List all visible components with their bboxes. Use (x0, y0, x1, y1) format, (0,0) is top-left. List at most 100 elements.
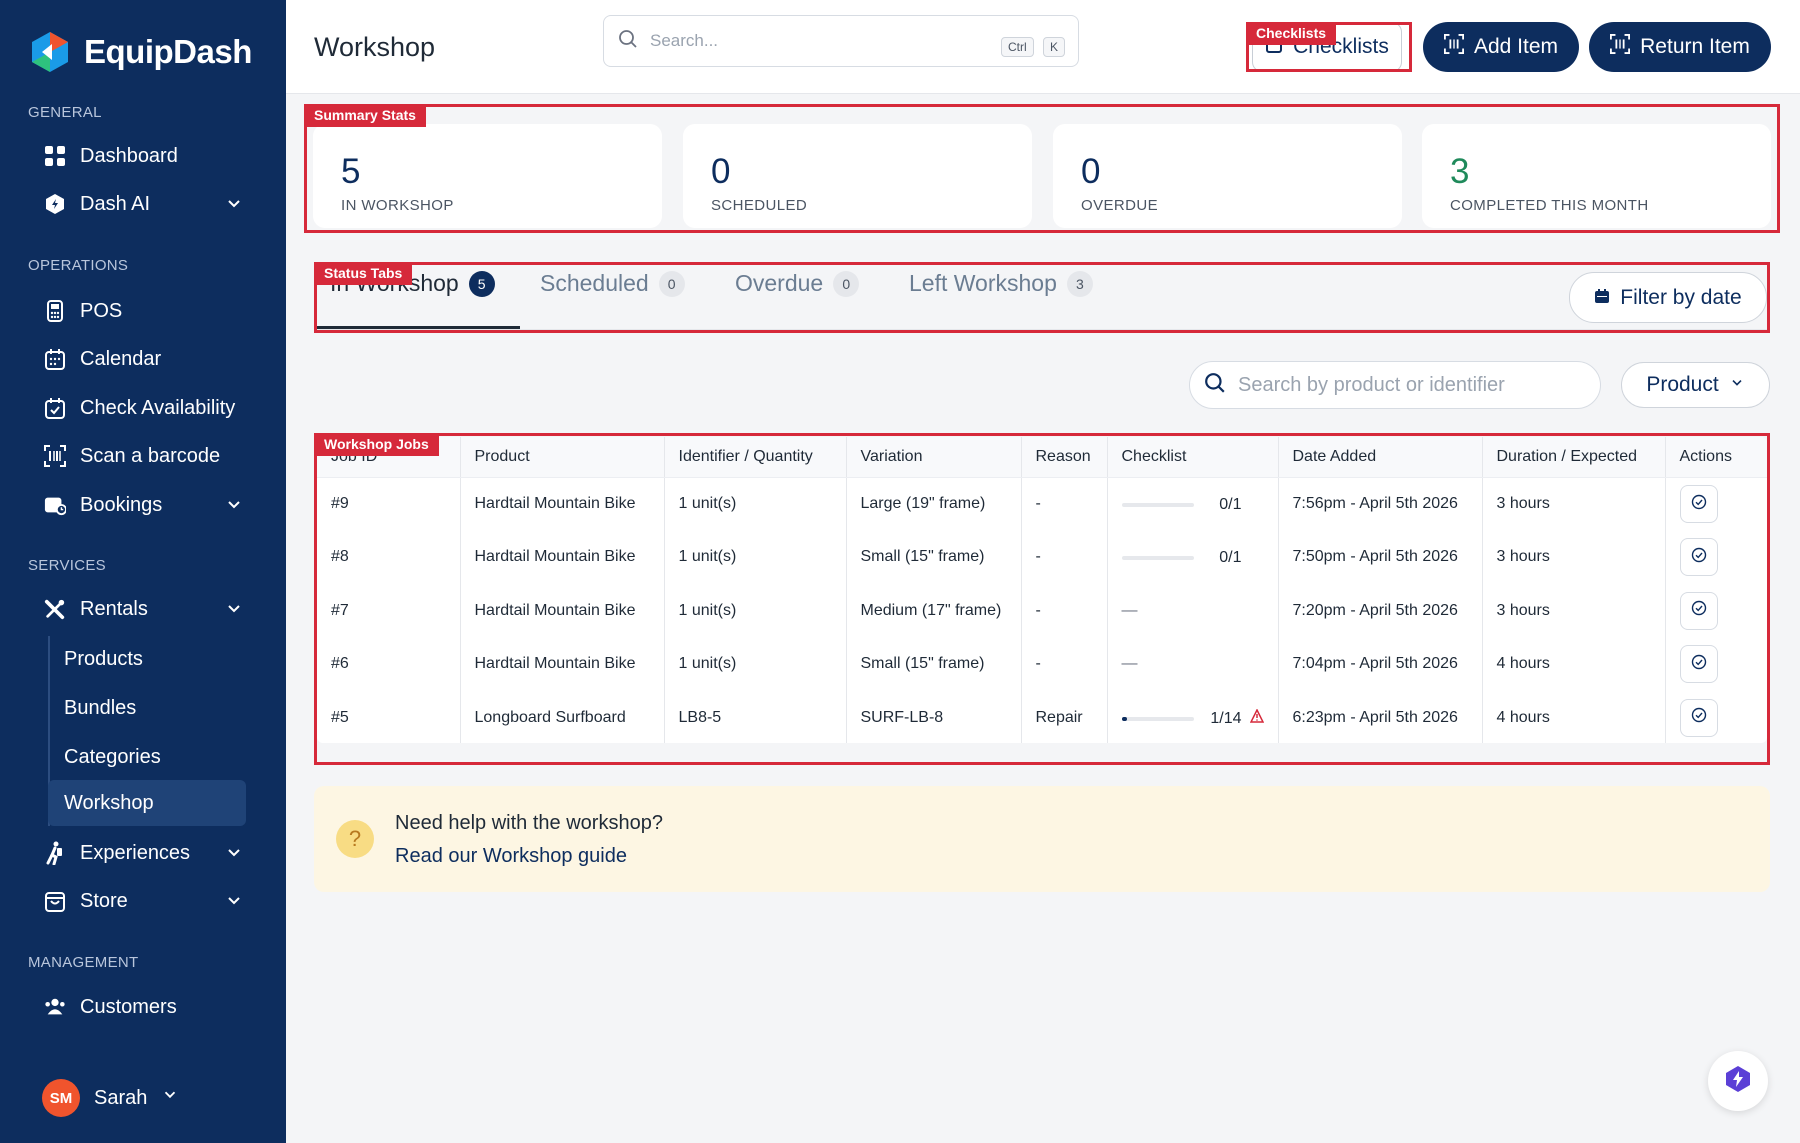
cell-identifier: 1 unit(s) (664, 637, 847, 691)
sidebar-item-dash-ai[interactable]: Dash AI (44, 184, 254, 224)
cell-actions (1665, 638, 1767, 692)
chevron-down-icon (224, 495, 244, 515)
complete-job-button[interactable] (1679, 698, 1718, 737)
checklist-count: 0/1 (1219, 496, 1242, 513)
complete-job-button[interactable] (1679, 591, 1718, 630)
checklists-button[interactable]: Checklists (1252, 22, 1402, 72)
cell-variation: SURF-LB-8 (846, 691, 1022, 743)
table-row[interactable]: #7 Hardtail Mountain Bike 1 unit(s) Medium … (317, 584, 1767, 638)
grid-icon (44, 145, 66, 167)
tab-scheduled[interactable]: Scheduled 0 (540, 270, 685, 297)
cell-variation: Small (15" frame) (846, 530, 1022, 584)
sidebar-item-label: Dash AI (80, 192, 151, 215)
jobs-table: Job ID Product Identifier / Quantity Var… (317, 437, 1767, 743)
chevron-down-icon (224, 599, 244, 619)
add-item-label: Add Item (1473, 35, 1559, 58)
stat-label: SCHEDULED (711, 197, 808, 214)
progress-bar (1121, 716, 1194, 721)
table-row[interactable]: #9 Hardtail Mountain Bike 1 unit(s) Large (… (317, 477, 1767, 531)
tab-in-workshop[interactable]: In Workshop 5 (330, 270, 495, 297)
lightning-hexagon-icon (1723, 1064, 1753, 1099)
cell-identifier: 1 unit(s) (664, 584, 847, 638)
stat-value: 0 (711, 152, 731, 191)
user-menu[interactable]: SM Sarah (42, 1079, 179, 1117)
sidebar-item-label: Rentals (80, 597, 148, 620)
quick-action-button[interactable] (1708, 1051, 1768, 1111)
check-circle-icon (1691, 707, 1707, 728)
product-filter-label: Product (1646, 373, 1719, 396)
stat-value: 5 (341, 152, 361, 191)
sidebar-item-scan-barcode[interactable]: Scan a barcode (44, 436, 254, 476)
barcode-scan-icon (44, 445, 66, 467)
cell-checklist: 0/1 (1107, 477, 1279, 531)
calendar-icon (1594, 286, 1610, 310)
sidebar-item-pos[interactable]: POS (44, 291, 254, 331)
app-logo[interactable]: EquipDash (28, 30, 252, 74)
cell-reason: - (1021, 477, 1108, 531)
complete-job-button[interactable] (1679, 485, 1718, 523)
col-product: Product (460, 437, 665, 478)
complete-job-button[interactable] (1679, 645, 1718, 684)
filter-by-date-button[interactable]: Filter by date (1569, 272, 1767, 323)
workshop-jobs-table: Job ID Product Identifier / Quantity Var… (317, 437, 1767, 743)
cell-variation: Medium (17" frame) (846, 584, 1022, 638)
sidebar-item-label: Scan a barcode (80, 444, 221, 467)
check-circle-icon (1691, 547, 1707, 568)
search-icon (1204, 372, 1226, 399)
tab-left-workshop[interactable]: Left Workshop 3 (909, 270, 1093, 297)
table-row[interactable]: #6 Hardtail Mountain Bike 1 unit(s) Small (… (317, 637, 1767, 692)
search-input[interactable] (650, 31, 980, 51)
sidebar-item-label: Calendar (80, 347, 162, 370)
product-filter-dropdown[interactable]: Product (1621, 362, 1770, 408)
chevron-down-icon (224, 891, 244, 911)
cell-checklist: 1/14 (1107, 691, 1279, 743)
cell-actions (1665, 531, 1767, 585)
tab-count-badge: 0 (658, 270, 685, 297)
cell-checklist: 0/1 (1107, 530, 1279, 584)
checklist-count: 0/1 (1219, 549, 1242, 567)
complete-job-button[interactable] (1679, 538, 1718, 577)
add-item-button[interactable]: Add Item (1423, 22, 1579, 72)
checklists-label: Checklists (1293, 35, 1389, 58)
col-job-id[interactable]: Job ID (317, 437, 461, 478)
cell-identifier: 1 unit(s) (664, 530, 847, 584)
section-general: GENERAL (28, 104, 102, 121)
col-variation: Variation (846, 437, 1022, 478)
sidebar-item-customers[interactable]: Customers (44, 987, 254, 1027)
sidebar-subitem-workshop[interactable]: Workshop (48, 780, 246, 826)
table-row[interactable]: #5 Longboard Surfboard LB8-5 SURF-LB-8 Repai… (317, 691, 1767, 743)
chevron-down-icon (224, 843, 244, 863)
sidebar-item-store[interactable]: Store (44, 881, 254, 921)
top-header: Workshop Ctrl K Checklists Add Item Retu… (286, 0, 1800, 94)
workshop-guide-link[interactable]: Read our Workshop guide (395, 845, 627, 868)
check-circle-icon (1691, 600, 1707, 621)
sidebar-item-calendar[interactable]: Calendar (44, 339, 254, 379)
tab-overdue[interactable]: Overdue 0 (735, 270, 860, 297)
equipdash-logo-icon (28, 30, 72, 74)
global-search[interactable]: Ctrl K (603, 15, 1079, 67)
table-search[interactable] (1189, 361, 1601, 409)
tools-icon (44, 598, 66, 620)
sidebar-item-bookings[interactable]: Bookings (44, 485, 254, 525)
sidebar-item-label: Experiences (80, 841, 191, 864)
progress-fill (1121, 716, 1127, 721)
sidebar-subitem-bundles[interactable]: Bundles (48, 685, 246, 731)
sidebar-item-rentals[interactable]: Rentals (44, 589, 254, 629)
table-search-input[interactable] (1238, 373, 1578, 397)
clipboard-icon (1265, 35, 1283, 59)
sidebar: EquipDash GENERAL Dashboard Dash AI OPER… (0, 0, 286, 1143)
cell-variation: Large (19" frame) (846, 477, 1022, 531)
section-management: MANAGEMENT (28, 954, 139, 971)
sidebar-item-experiences[interactable]: Experiences (44, 833, 254, 873)
chevron-down-icon (161, 1086, 179, 1110)
kbd-k: K (1043, 37, 1066, 57)
stat-card-scheduled: 0 SCHEDULED (683, 124, 1032, 228)
return-item-button[interactable]: Return Item (1589, 22, 1771, 72)
sidebar-subitem-products[interactable]: Products (48, 636, 246, 682)
cell-actions (1665, 691, 1767, 743)
sidebar-subitem-categories[interactable]: Categories (48, 734, 246, 780)
sidebar-item-check-availability[interactable]: Check Availability (44, 388, 274, 428)
sidebar-item-dashboard[interactable]: Dashboard (44, 136, 254, 176)
cell-duration: 3 hours (1482, 477, 1666, 531)
table-row[interactable]: #8 Hardtail Mountain Bike 1 unit(s) Small (… (317, 530, 1767, 585)
